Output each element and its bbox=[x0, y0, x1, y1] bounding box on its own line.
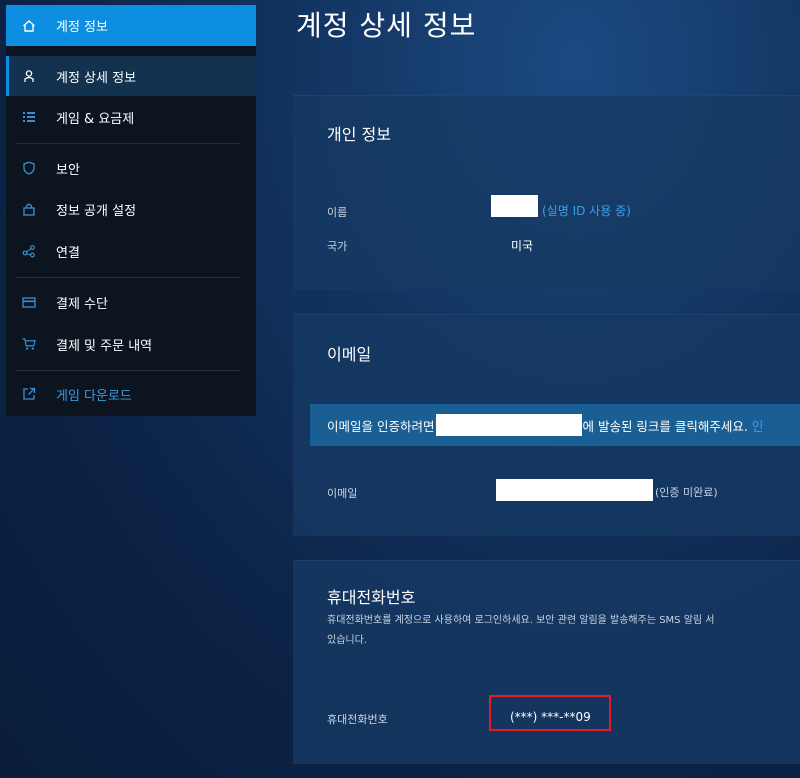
email-value-redacted bbox=[496, 479, 653, 501]
sidebar-divider bbox=[16, 277, 240, 278]
share-icon bbox=[22, 244, 36, 258]
personal-info-card: 개인 정보 이름 (실명 ID 사용 중) 국가 미국 bbox=[293, 95, 800, 290]
country-label: 국가 bbox=[327, 240, 348, 253]
phone-title: 휴대전화번호 bbox=[327, 588, 416, 607]
home-icon bbox=[22, 19, 36, 33]
sidebar-divider bbox=[16, 143, 240, 144]
phone-highlight-box bbox=[489, 695, 611, 731]
notice-email-redacted bbox=[436, 414, 583, 436]
page-title: 계정 상세 정보 bbox=[296, 9, 477, 42]
user-icon bbox=[22, 69, 36, 83]
sidebar-item-label: 결제 수단 bbox=[56, 296, 108, 312]
cart-icon bbox=[22, 337, 36, 351]
name-value-redacted bbox=[491, 195, 538, 217]
email-card: 이메일 이메일을 인증하려면 에 발송된 링크를 클릭해주세요. 인 이메일 (… bbox=[293, 314, 800, 536]
sidebar-item-security[interactable]: 보안 bbox=[6, 148, 256, 188]
list-icon bbox=[22, 110, 36, 124]
sidebar-item-game-download[interactable]: 게임 다운로드 bbox=[6, 374, 256, 414]
personal-info-title: 개인 정보 bbox=[327, 125, 391, 144]
sidebar-item-privacy[interactable]: 정보 공개 설정 bbox=[6, 189, 256, 229]
name-label: 이름 bbox=[327, 206, 348, 219]
sidebar: 계정 정보 계정 상세 정보 게임 & 요금제 보안 정보 공개 설정 연결 결… bbox=[6, 5, 256, 416]
sidebar-item-label: 게임 & 요금제 bbox=[56, 111, 135, 127]
lock-icon bbox=[22, 202, 36, 216]
shield-icon bbox=[22, 161, 36, 175]
sidebar-item-payment-methods[interactable]: 결제 수단 bbox=[6, 282, 256, 322]
country-value: 미국 bbox=[511, 239, 534, 253]
email-status: (인증 미완료) bbox=[655, 486, 718, 499]
phone-card: 휴대전화번호 휴대전화번호를 계정으로 사용하여 로그인하세요. 보안 관련 알… bbox=[293, 560, 800, 764]
sidebar-item-label: 계정 상세 정보 bbox=[56, 70, 137, 86]
email-label: 이메일 bbox=[327, 487, 358, 500]
phone-description-line2: 있습니다. bbox=[327, 635, 367, 646]
sidebar-item-label: 결제 및 주문 내역 bbox=[56, 338, 153, 354]
phone-label: 휴대전화번호 bbox=[327, 713, 388, 726]
real-name-note: (실명 ID 사용 중) bbox=[542, 204, 631, 218]
notice-link[interactable]: 인 bbox=[752, 416, 764, 435]
sidebar-item-label: 보안 bbox=[56, 162, 80, 178]
sidebar-item-label: 정보 공개 설정 bbox=[56, 203, 137, 219]
sidebar-item-label: 연결 bbox=[56, 245, 80, 261]
sidebar-divider bbox=[16, 370, 240, 371]
notice-suffix: 에 발송된 링크를 클릭해주세요. bbox=[582, 418, 748, 434]
sidebar-item-label: 게임 다운로드 bbox=[56, 388, 132, 404]
sidebar-header-account-info[interactable]: 계정 정보 bbox=[6, 5, 256, 46]
sidebar-header-label: 계정 정보 bbox=[56, 20, 108, 35]
phone-description-line1: 휴대전화번호를 계정으로 사용하여 로그인하세요. 보안 관련 알림을 발송해주… bbox=[327, 615, 715, 626]
sidebar-item-account-details[interactable]: 계정 상세 정보 bbox=[6, 56, 256, 96]
email-title: 이메일 bbox=[327, 345, 372, 364]
sidebar-item-connections[interactable]: 연결 bbox=[6, 231, 256, 271]
sidebar-item-order-history[interactable]: 결제 및 주문 내역 bbox=[6, 324, 256, 364]
credit-card-icon bbox=[22, 295, 36, 309]
external-link-icon bbox=[22, 387, 36, 401]
sidebar-item-games-plans[interactable]: 게임 & 요금제 bbox=[6, 97, 256, 137]
notice-prefix: 이메일을 인증하려면 bbox=[327, 418, 435, 434]
email-verify-notice: 이메일을 인증하려면 에 발송된 링크를 클릭해주세요. 인 bbox=[310, 404, 800, 446]
